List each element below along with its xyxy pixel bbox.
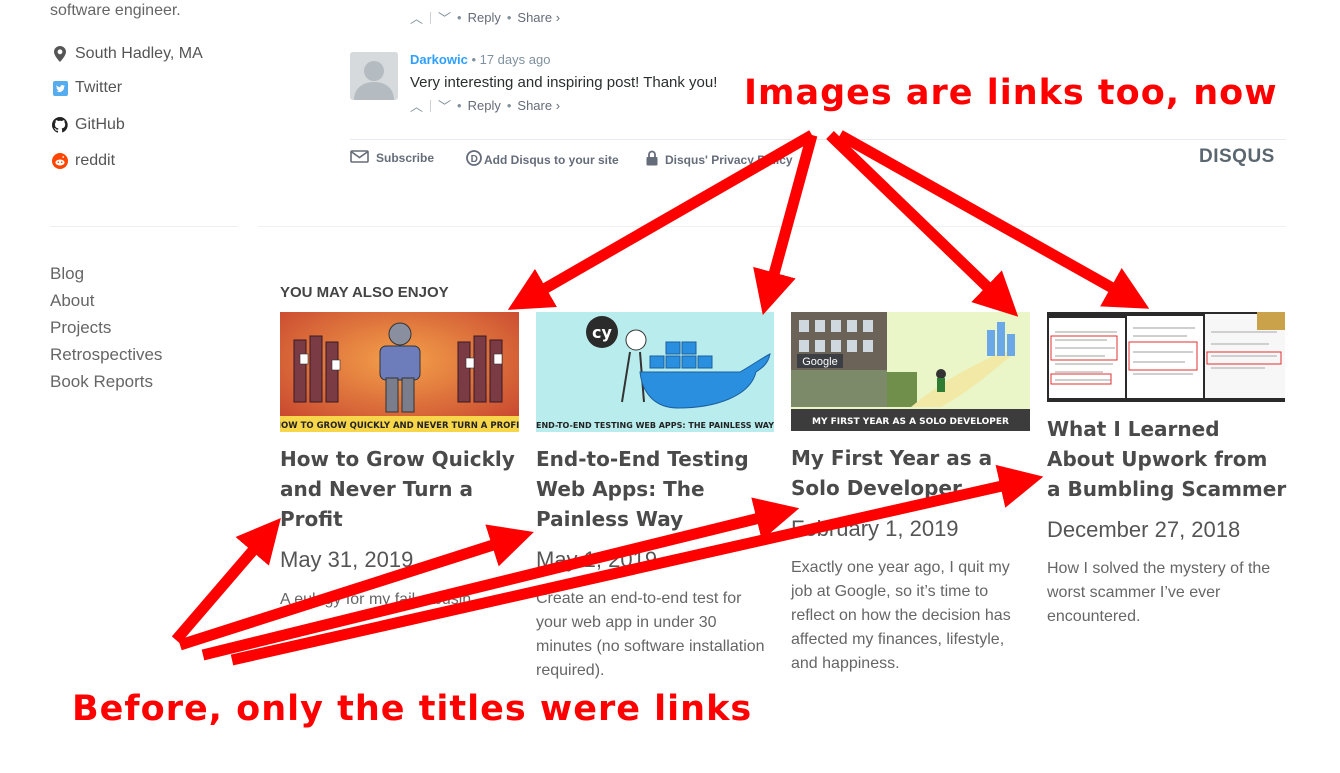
annotation-bottom: Before, only the titles were links xyxy=(72,689,753,729)
annotation-arrows xyxy=(171,130,1150,666)
annotation-top: Images are links too, now xyxy=(744,73,1278,113)
